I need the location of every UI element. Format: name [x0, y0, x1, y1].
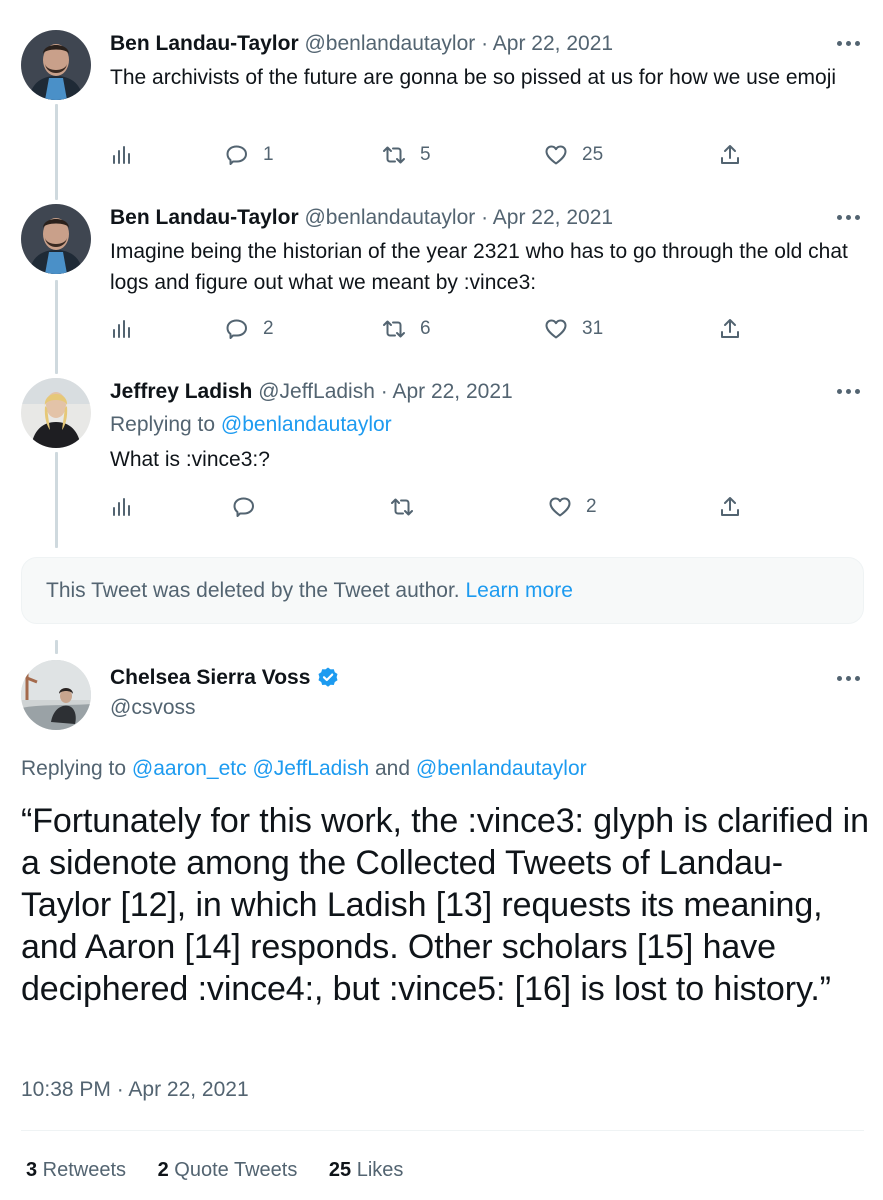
tweet-header: Jeffrey Ladish @JeffLadish · Apr 22, 202… [110, 378, 513, 406]
reply-button[interactable] [232, 492, 270, 522]
heart-icon [549, 497, 571, 517]
reply-button[interactable]: 2 [225, 314, 274, 344]
main-author-name[interactable]: Chelsea Sierra Voss [110, 664, 340, 692]
author-name[interactable]: Ben Landau-Taylor [110, 32, 299, 55]
retweet-button[interactable]: 5 [382, 140, 431, 170]
deleted-tweet-notice: This Tweet was deleted by the Tweet auth… [21, 557, 864, 624]
analytics-button[interactable] [110, 492, 134, 522]
analytics-button[interactable] [110, 314, 134, 344]
reply-button[interactable]: 1 [225, 140, 274, 170]
reply-icon [233, 497, 254, 517]
replying-to: Replying to @benlandautaylor [110, 411, 392, 439]
more-options-icon[interactable] [835, 668, 861, 688]
heart-icon [545, 319, 567, 339]
like-count: 25 [582, 144, 604, 165]
reply-icon [226, 145, 247, 165]
retweet-count: 6 [420, 318, 431, 339]
likes-count: 25 [328, 1159, 352, 1181]
more-options-icon[interactable] [835, 33, 861, 53]
tweet-date[interactable]: Apr 22, 2021 [392, 380, 512, 403]
analytics-icon [113, 320, 130, 338]
tweet[interactable]: Ben Landau-Taylor @benlandautaylor · Apr… [0, 204, 883, 374]
author-handle[interactable]: @benlandautaylor [304, 206, 475, 229]
retweet-count: 5 [420, 144, 431, 165]
like-count: 2 [586, 496, 597, 517]
retweet-button[interactable] [390, 492, 428, 522]
separator: · [380, 380, 388, 403]
analytics-icon [113, 146, 130, 164]
author-handle[interactable]: @csvoss [110, 694, 196, 722]
like-button[interactable]: 2 [548, 492, 597, 522]
tweet-timestamp[interactable]: 10:38 PM · Apr 22, 2021 [21, 1076, 249, 1104]
author-name[interactable]: Chelsea Sierra Voss [110, 664, 310, 692]
likes-label: Likes [351, 1159, 404, 1181]
tweet-actions: 2 [110, 492, 750, 522]
mention-link[interactable]: @benlandautaylor [416, 757, 587, 780]
deleted-notice-text: This Tweet was deleted by the Tweet auth… [46, 579, 466, 602]
tweet-actions: 2 6 31 [110, 314, 750, 344]
retweets-label: Retweets [37, 1159, 127, 1181]
retweets-count: 3 [26, 1159, 38, 1181]
author-handle[interactable]: @JeffLadish [258, 380, 375, 403]
more-options-icon[interactable] [835, 207, 861, 227]
likes-stat[interactable]: 25 Likes [329, 1156, 404, 1184]
tweet-date[interactable]: Apr 22, 2021 [493, 32, 613, 55]
quote-tweets-label: Quote Tweets [168, 1159, 298, 1181]
tweet-text: The archivists of the future are gonna b… [110, 66, 837, 89]
verified-badge-icon [318, 667, 338, 687]
quote-tweets-count: 2 [157, 1159, 169, 1181]
tweet-text: What is :vince3:? [110, 448, 270, 471]
separator: · [481, 206, 489, 229]
replying-to-label: Replying to [21, 757, 132, 780]
replying-to: Replying to @aaron_etc @JeffLadish and @… [21, 755, 587, 783]
tweet-text: Imagine being the historian of the year … [110, 240, 848, 294]
tweet-actions: 1 5 25 [110, 140, 750, 170]
mention-link[interactable]: @aaron_etc [132, 757, 247, 780]
retweet-icon [383, 320, 405, 338]
like-button[interactable]: 25 [544, 140, 603, 170]
tweet[interactable]: Jeffrey Ladish @JeffLadish · Apr 22, 202… [0, 378, 883, 548]
mention-link[interactable]: @benlandautaylor [221, 413, 392, 436]
tweet-stats: 3 Retweets 2 Quote Tweets 25 Likes [26, 1156, 429, 1184]
share-icon [721, 145, 739, 164]
avatar[interactable] [21, 30, 91, 100]
separator: · [481, 32, 489, 55]
share-button[interactable] [718, 314, 742, 344]
tweet-header: Ben Landau-Taylor @benlandautaylor · Apr… [110, 204, 613, 232]
analytics-icon [113, 498, 130, 516]
replying-to-label: Replying to [110, 413, 221, 436]
thread-line [55, 640, 58, 654]
reply-icon [226, 319, 247, 339]
divider [21, 1130, 864, 1131]
share-icon [721, 497, 739, 516]
and-text: and [369, 757, 416, 780]
like-count: 31 [582, 318, 604, 339]
avatar[interactable] [21, 660, 91, 730]
more-options-icon[interactable] [835, 381, 861, 401]
avatar[interactable] [21, 378, 91, 448]
retweet-button[interactable]: 6 [382, 314, 431, 344]
mention-link[interactable]: @JeffLadish [252, 757, 369, 780]
learn-more-link[interactable]: Learn more [465, 579, 572, 602]
like-button[interactable]: 31 [544, 314, 603, 344]
main-tweet-text: “Fortunately for this work, the :vince3:… [21, 802, 869, 1008]
retweet-icon [391, 498, 413, 516]
heart-icon [545, 145, 567, 165]
author-name[interactable]: Jeffrey Ladish [110, 380, 252, 403]
reply-count: 1 [263, 144, 274, 165]
author-name[interactable]: Ben Landau-Taylor [110, 206, 299, 229]
share-button[interactable] [718, 492, 742, 522]
share-icon [721, 319, 739, 338]
reply-count: 2 [263, 318, 274, 339]
tweet-header: Ben Landau-Taylor @benlandautaylor · Apr… [110, 30, 613, 58]
quote-tweets-stat[interactable]: 2 Quote Tweets [158, 1156, 298, 1184]
tweet[interactable]: Ben Landau-Taylor @benlandautaylor · Apr… [0, 30, 883, 200]
tweet-date[interactable]: Apr 22, 2021 [493, 206, 613, 229]
share-button[interactable] [718, 140, 742, 170]
avatar[interactable] [21, 204, 91, 274]
analytics-button[interactable] [110, 140, 134, 170]
retweets-stat[interactable]: 3 Retweets [26, 1156, 126, 1184]
author-handle[interactable]: @benlandautaylor [304, 32, 475, 55]
retweet-icon [383, 146, 405, 164]
